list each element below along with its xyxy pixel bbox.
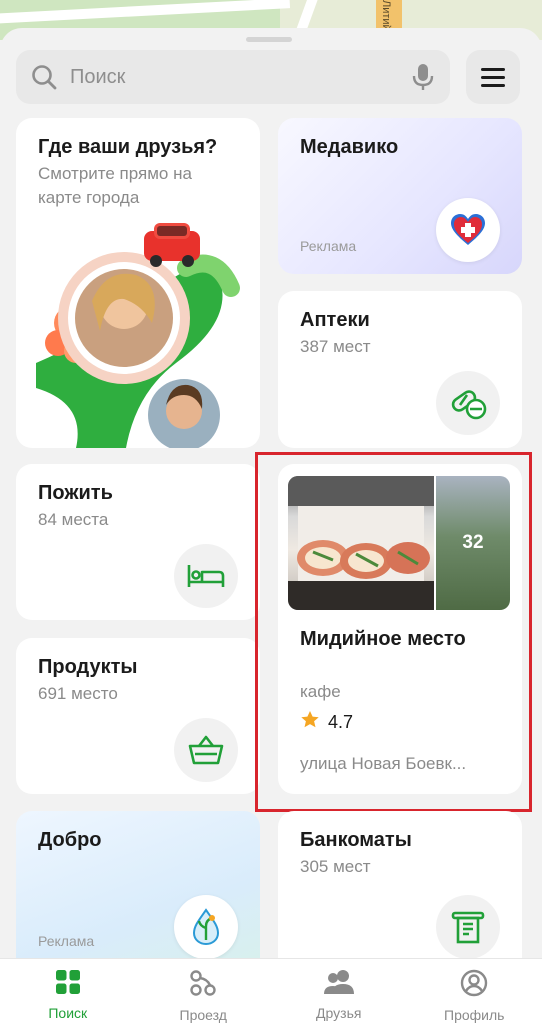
search-icon	[30, 63, 58, 91]
pills-icon	[436, 371, 500, 435]
nav-profile[interactable]: Профиль	[407, 959, 542, 1024]
charity-title: Добро	[38, 829, 102, 851]
medavico-logo-icon	[436, 198, 500, 262]
bottom-navigation: Поиск Проезд Друзья Профиль	[0, 958, 542, 1024]
ad-label: Реклама	[300, 238, 357, 254]
friends-icon	[323, 969, 354, 1000]
friends-subtitle: Смотрите прямо на карте города	[38, 164, 192, 207]
atm-icon	[436, 895, 500, 959]
pharmacies-count: 387 мест	[300, 337, 371, 356]
search-input[interactable]: Поиск	[70, 66, 410, 89]
pharmacies-title: Аптеки	[300, 309, 370, 331]
medavico-ad-card[interactable]: Медавико Реклама	[278, 118, 522, 274]
menu-icon-line	[481, 67, 505, 71]
accommodation-card[interactable]: Пожить 84 места	[16, 464, 260, 620]
search-bar[interactable]: Поиск	[16, 50, 450, 104]
nav-label: Проезд	[179, 1007, 227, 1023]
atm-card[interactable]: Банкоматы 305 мест	[278, 811, 522, 981]
profile-icon	[460, 969, 488, 1002]
microphone-icon[interactable]	[410, 62, 436, 92]
medavico-title: Медавико	[300, 136, 399, 158]
charity-ad-card[interactable]: Добро Реклама	[16, 811, 260, 981]
friends-illustration	[36, 223, 240, 448]
charity-logo-icon	[174, 895, 238, 959]
sheet-drag-handle[interactable]	[246, 37, 292, 42]
ad-label: Реклама	[38, 933, 95, 949]
selection-highlight	[255, 452, 532, 812]
atm-count: 305 мест	[300, 857, 371, 876]
map-street-label: Литий	[380, 0, 392, 31]
friends-title: Где ваши друзья?	[38, 136, 218, 158]
accommodation-count: 84 места	[38, 510, 109, 529]
bed-icon	[174, 544, 238, 608]
bottom-sheet: Поиск Где ваши друзья? Смотрите прямо на…	[0, 28, 542, 1024]
accommodation-title: Пожить	[38, 482, 113, 504]
nav-label: Друзья	[316, 1005, 362, 1021]
nav-label: Поиск	[48, 1005, 88, 1021]
nav-search[interactable]: Поиск	[0, 959, 136, 1024]
products-count: 691 место	[38, 684, 118, 703]
menu-button[interactable]	[466, 50, 520, 104]
grid-icon	[55, 969, 81, 1000]
nav-label: Профиль	[444, 1007, 505, 1023]
menu-icon-line	[481, 83, 505, 87]
route-icon	[189, 969, 217, 1002]
atm-title: Банкоматы	[300, 829, 412, 851]
basket-icon	[174, 718, 238, 782]
products-title: Продукты	[38, 656, 138, 678]
nav-friends[interactable]: Друзья	[271, 959, 407, 1024]
menu-icon-line	[481, 75, 505, 79]
nav-route[interactable]: Проезд	[136, 959, 272, 1024]
friends-card[interactable]: Где ваши друзья? Смотрите прямо на карте…	[16, 118, 260, 448]
pharmacies-card[interactable]: Аптеки 387 мест	[278, 291, 522, 448]
products-card[interactable]: Продукты 691 место	[16, 638, 260, 794]
